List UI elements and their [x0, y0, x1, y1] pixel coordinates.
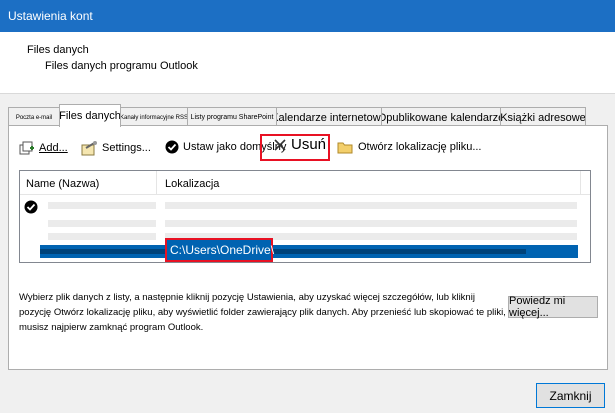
tab-rss[interactable]: Kanały informacyjne RSS: [120, 107, 188, 127]
column-divider[interactable]: [580, 171, 581, 194]
folder-icon: [337, 142, 353, 154]
selected-file-location: C:\Users\OneDrive\: [165, 238, 274, 262]
list-item-location-placeholder: [165, 202, 577, 209]
tab-data-files[interactable]: Files danych: [59, 104, 121, 127]
data-files-list[interactable]: Name (Nazwa) Lokalizacja C:\Users\OneDri…: [19, 170, 591, 263]
settings-button[interactable]: Settings...: [81, 140, 151, 156]
list-item-name-placeholder: [48, 233, 156, 240]
instructions-text: Wybierz plik danych z listy, a następnie…: [19, 292, 506, 333]
remove-highlight-box: [260, 134, 330, 161]
settings-icon: [81, 141, 97, 156]
close-button[interactable]: Zamknij: [536, 383, 605, 408]
tab-email[interactable]: Poczta e-mail: [8, 107, 60, 127]
default-checkmark-icon: [24, 200, 38, 214]
column-header-location[interactable]: Lokalizacja: [165, 178, 219, 190]
header-subtitle: Files danych programu Outlook: [45, 60, 198, 72]
tab-published-calendars[interactable]: Opublikowane kalendarze: [381, 107, 501, 127]
title-bar: Ustawienia kont: [0, 0, 615, 32]
tab-sharepoint[interactable]: Listy programu SharePoint: [187, 107, 277, 127]
header: Files danych Files danych programu Outlo…: [0, 32, 615, 94]
list-item-location-placeholder: [165, 220, 577, 227]
window-title: Ustawienia kont: [8, 9, 93, 23]
tell-me-more-button[interactable]: Powiedz mi więcej...: [508, 295, 598, 319]
open-file-location-button[interactable]: Otwórz lokalizację pliku...: [337, 140, 482, 154]
selected-list-item[interactable]: [40, 245, 578, 258]
header-title: Files danych: [27, 44, 89, 56]
tab-strip: Poczta e-mail Files danych Kanały inform…: [8, 104, 608, 127]
tab-address-books[interactable]: Książki adresowe: [500, 107, 586, 127]
column-divider[interactable]: [156, 171, 157, 194]
data-files-panel: Add... Settings... Ustaw jako domyślny U…: [8, 125, 608, 370]
add-icon: [19, 141, 34, 155]
column-header-name[interactable]: Name (Nazwa): [26, 178, 99, 190]
tab-internet-calendars[interactable]: Kalendarze internetowe: [276, 107, 382, 127]
list-item-name-placeholder: [48, 220, 156, 227]
checkmark-icon: [165, 140, 179, 154]
list-item-name-placeholder: [48, 202, 156, 209]
add-button[interactable]: Add...: [19, 140, 68, 156]
list-header: Name (Nazwa) Lokalizacja: [20, 171, 590, 195]
